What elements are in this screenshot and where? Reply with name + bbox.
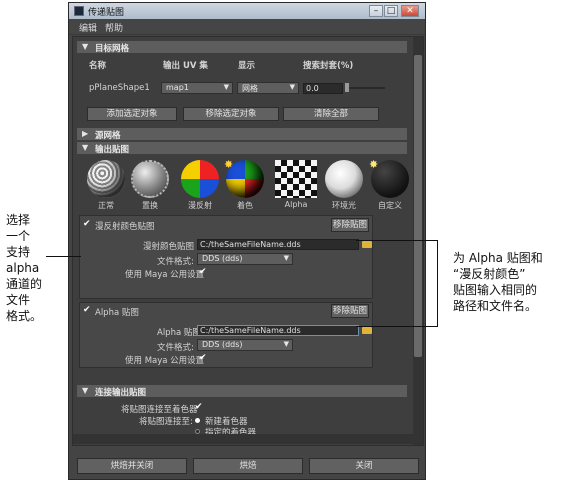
horizontal-scrollbar[interactable] xyxy=(73,434,413,444)
menu-bar: 编辑 帮助 xyxy=(69,19,425,35)
vertical-scrollbar[interactable] xyxy=(413,37,423,445)
connect-maps-to-label: 将贴图连接至: xyxy=(139,417,193,427)
alpha-map-path-label: Alpha 贴图 xyxy=(157,328,201,338)
diffuse-map-path-input[interactable]: C:/theSameFileName.dds xyxy=(197,239,359,250)
left-annotation: 选择 一个 支持 alpha 通道的 文件 格式。 xyxy=(6,213,43,323)
connect-maps-section-header[interactable]: ▼ 连接输出贴图 xyxy=(77,385,407,398)
source-mesh-section-header[interactable]: ▶ 源网格 xyxy=(77,128,407,141)
envelope-slider-track[interactable] xyxy=(345,87,385,89)
map-type-label: 环境光 xyxy=(332,201,356,210)
folder-icon[interactable] xyxy=(362,327,372,334)
right-leader-bottom xyxy=(356,326,438,327)
transfer-maps-window: 传递贴图 – □ ✕ 编辑 帮助 ▼ 目标网格 名称 输出 UV 集 显示 搜索… xyxy=(68,2,426,480)
mesh-name: pPlaneShape1 xyxy=(89,83,150,93)
alpha-maya-settings-label: 使用 Maya 公用设置 xyxy=(125,356,205,366)
collapse-arrow-icon: ▼ xyxy=(82,42,89,51)
close-window-button[interactable]: ✕ xyxy=(401,5,419,17)
close-button[interactable]: 关闭 xyxy=(309,458,419,474)
minimize-button[interactable]: – xyxy=(369,5,383,17)
map-type-label: 自定义 xyxy=(378,201,402,210)
connect-to-shader-checkbox[interactable]: ✔ xyxy=(195,403,203,412)
map-type-label: 着色 xyxy=(237,201,253,210)
diffuse-format-label: 文件格式: xyxy=(157,257,194,267)
col-header-display: 显示 xyxy=(238,61,256,71)
light-icon: ✸ xyxy=(369,158,379,171)
menu-help[interactable]: 帮助 xyxy=(105,21,123,34)
target-mesh-section-header[interactable]: ▼ 目标网格 xyxy=(77,41,407,54)
diffuse-format-dropdown[interactable]: DDS (dds) ▼ xyxy=(197,253,293,265)
light-icon: ✸ xyxy=(224,158,234,171)
diffuse-map-path-label: 漫射颜色贴图 xyxy=(143,242,195,252)
scrollbar-thumb[interactable] xyxy=(414,55,422,357)
ambient-occlusion-thumbnail[interactable] xyxy=(325,160,363,198)
maximize-button[interactable]: □ xyxy=(384,5,398,17)
display-dropdown[interactable]: 网格 ▼ xyxy=(237,82,299,94)
remove-selected-button[interactable]: 移除选定对象 xyxy=(183,107,279,121)
map-type-label: 漫反射 xyxy=(188,201,212,210)
menu-edit[interactable]: 编辑 xyxy=(79,21,97,34)
expand-arrow-icon: ▶ xyxy=(82,129,89,138)
right-annotation: 为 Alpha 贴图和 “漫反射颜色” 贴图输入相同的 路径和文件名。 xyxy=(453,251,543,313)
displacement-map-thumbnail[interactable] xyxy=(131,160,169,198)
window-title: 传递贴图 xyxy=(88,8,125,18)
right-leader-vertical xyxy=(437,240,438,326)
col-header-uv-set: 输出 UV 集 xyxy=(163,61,208,71)
envelope-input[interactable]: 0.0 xyxy=(303,83,343,94)
bake-and-close-button[interactable]: 烘焙并关闭 xyxy=(77,458,187,474)
radio-new-shader[interactable] xyxy=(195,418,200,423)
chevron-down-icon: ▼ xyxy=(289,83,295,91)
left-leader-tick xyxy=(80,256,81,257)
clear-all-button[interactable]: 清除全部 xyxy=(283,107,379,121)
diffuse-maya-settings-checkbox[interactable]: ✔ xyxy=(199,268,207,277)
col-header-name: 名称 xyxy=(89,61,107,71)
collapse-arrow-icon: ▼ xyxy=(82,143,89,152)
alpha-map-path-input[interactable]: C:/theSameFileName.dds xyxy=(197,325,359,336)
folder-icon[interactable] xyxy=(362,241,372,248)
connect-to-shader-label: 将贴图连接至着色器 xyxy=(121,405,198,415)
bake-button[interactable]: 烘焙 xyxy=(193,458,303,474)
diffuse-map-thumbnail[interactable] xyxy=(181,160,219,198)
chevron-down-icon: ▼ xyxy=(283,254,289,262)
remove-alpha-map-button[interactable]: 移除贴图 xyxy=(331,304,369,318)
col-header-envelope: 搜索封套(%) xyxy=(303,61,354,71)
diffuse-maya-settings-label: 使用 Maya 公用设置 xyxy=(125,270,205,280)
chevron-down-icon: ▼ xyxy=(223,83,229,91)
output-maps-section-header[interactable]: ▼ 输出贴图 xyxy=(77,142,407,155)
normal-map-thumbnail[interactable] xyxy=(87,160,125,198)
alpha-map-thumbnail[interactable] xyxy=(275,160,317,198)
uv-set-dropdown[interactable]: map1 ▼ xyxy=(161,82,233,94)
title-bar: 传递贴图 – □ ✕ xyxy=(69,3,425,19)
diffuse-map-checkbox-label: 漫反射颜色贴图 xyxy=(95,222,155,232)
envelope-slider-handle[interactable] xyxy=(345,83,349,92)
map-type-label: Alpha xyxy=(284,200,308,209)
alpha-map-checkbox[interactable]: ✔ xyxy=(83,306,91,315)
alpha-maya-settings-checkbox[interactable]: ✔ xyxy=(199,354,207,363)
remove-diffuse-map-button[interactable]: 移除贴图 xyxy=(331,218,369,232)
diffuse-map-checkbox[interactable]: ✔ xyxy=(83,220,91,229)
app-icon xyxy=(74,6,84,16)
add-selected-button[interactable]: 添加选定对象 xyxy=(87,107,177,121)
chevron-down-icon: ▼ xyxy=(283,340,289,348)
right-leader-top xyxy=(356,240,438,241)
map-type-label: 正常 xyxy=(98,201,114,210)
alpha-map-checkbox-label: Alpha 贴图 xyxy=(95,308,139,318)
options-scroll-area: ▼ 目标网格 名称 输出 UV 集 显示 搜索封套(%) pPlaneShape… xyxy=(72,36,424,446)
map-type-label: 置换 xyxy=(142,201,158,210)
alpha-format-dropdown[interactable]: DDS (dds) ▼ xyxy=(197,339,293,351)
collapse-arrow-icon: ▼ xyxy=(82,386,89,395)
alpha-format-label: 文件格式: xyxy=(157,343,194,353)
left-leader-line xyxy=(46,256,80,257)
